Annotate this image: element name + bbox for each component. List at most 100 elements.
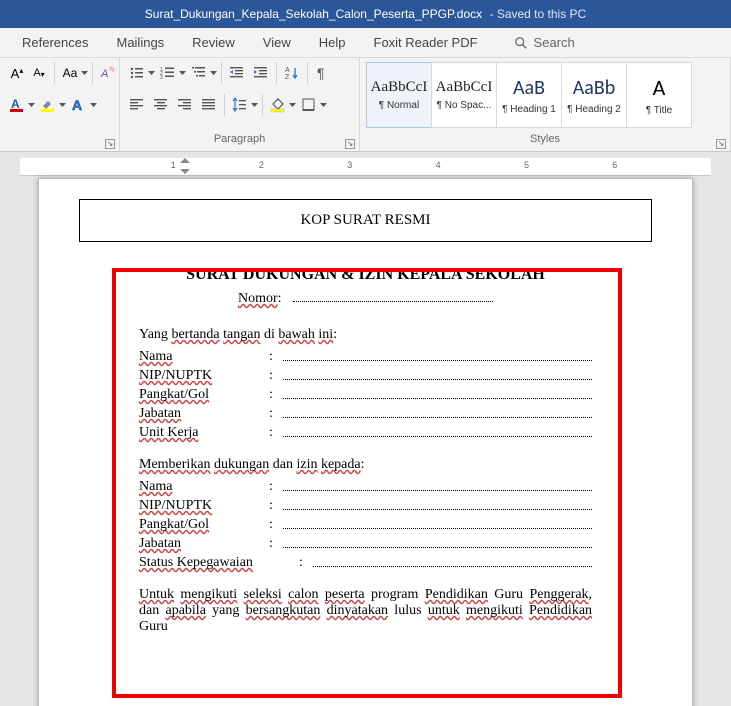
kop-surat-box: KOP SURAT RESMI xyxy=(79,199,652,242)
pilcrow-icon: ¶ xyxy=(315,65,331,81)
bullets-button[interactable] xyxy=(126,62,148,84)
bullets-icon xyxy=(129,65,145,81)
shading-button[interactable] xyxy=(267,94,289,116)
svg-text:A: A xyxy=(11,97,20,111)
font-dialog-launcher[interactable]: ↘ xyxy=(105,139,115,149)
highlight-dropdown[interactable] xyxy=(59,94,66,116)
style-no-spacing[interactable]: AaBbCcI ¶ No Spac... xyxy=(431,62,497,128)
search-label: Search xyxy=(534,35,575,50)
form-row: Pangkat/Gol: xyxy=(139,517,592,533)
ribbon: A▴ A▾ Aa A A xyxy=(0,58,731,152)
page[interactable]: KOP SURAT RESMI SURAT DUKUNGAN & IZIN KE… xyxy=(38,178,693,706)
numbering-button[interactable]: 123 xyxy=(157,62,179,84)
svg-text:A: A xyxy=(72,97,82,113)
borders-icon xyxy=(301,97,317,113)
save-status: - Saved to this PC xyxy=(486,7,586,21)
decrease-indent-icon xyxy=(229,65,245,81)
svg-text:3: 3 xyxy=(160,75,163,81)
tab-help[interactable]: Help xyxy=(307,29,358,56)
style-gallery[interactable]: AaBbCcI ¶ Normal AaBbCcI ¶ No Spac... Aa… xyxy=(366,62,692,128)
svg-text:A: A xyxy=(285,67,290,74)
align-right-button[interactable] xyxy=(174,94,196,116)
group-font-label: ↘ xyxy=(0,133,119,151)
sort-icon: AZ xyxy=(284,65,300,81)
ribbon-tabs: References Mailings Review View Help Fox… xyxy=(0,28,731,58)
form-row: Status Kepegawaian: xyxy=(139,555,592,571)
borders-dropdown[interactable] xyxy=(320,94,327,116)
justify-button[interactable] xyxy=(198,94,220,116)
numbering-dropdown[interactable] xyxy=(179,62,186,84)
horizontal-ruler[interactable]: 1 2 3 4 5 6 xyxy=(20,158,711,176)
align-center-button[interactable] xyxy=(150,94,172,116)
form-row: Jabatan: xyxy=(139,536,592,552)
tab-references[interactable]: References xyxy=(10,29,100,56)
increase-indent-button[interactable] xyxy=(250,62,272,84)
align-left-button[interactable] xyxy=(126,94,148,116)
paragraph-dialog-launcher[interactable]: ↘ xyxy=(345,139,355,149)
style-heading2[interactable]: AaBb ¶ Heading 2 xyxy=(561,62,627,128)
letter-title: SURAT DUKUNGAN & IZIN KEPALA SEKOLAH xyxy=(139,266,592,284)
text-effects-button[interactable]: A xyxy=(68,94,90,116)
letter-body[interactable]: SURAT DUKUNGAN & IZIN KEPALA SEKOLAH Nom… xyxy=(79,266,652,635)
increase-indent-icon xyxy=(253,65,269,81)
styles-dialog-launcher[interactable]: ↘ xyxy=(716,139,726,149)
align-right-icon xyxy=(177,97,193,113)
closing-paragraph: Untuk mengikuti seleksi calon peserta pr… xyxy=(139,587,592,635)
tell-me-search[interactable]: Search xyxy=(514,35,575,50)
form-row: Jabatan: xyxy=(139,406,592,422)
borders-button[interactable] xyxy=(298,94,320,116)
font-color-dropdown[interactable] xyxy=(28,94,35,116)
sort-button[interactable]: AZ xyxy=(281,62,303,84)
line-spacing-dropdown[interactable] xyxy=(251,94,258,116)
intro-signer: Yang bertanda tangan di bawah ini: xyxy=(139,327,592,343)
font-color-button[interactable]: A xyxy=(6,94,28,116)
clear-formatting-button[interactable]: A xyxy=(97,62,119,84)
style-title[interactable]: A ¶ Title xyxy=(626,62,692,128)
form-row: Pangkat/Gol: xyxy=(139,387,592,403)
intro-recipient: Memberikan dukungan dan izin kepada: xyxy=(139,457,592,473)
bullets-dropdown[interactable] xyxy=(148,62,155,84)
group-paragraph-label: Paragraph↘ xyxy=(120,133,359,151)
style-heading1[interactable]: AaB ¶ Heading 1 xyxy=(496,62,562,128)
tab-foxit[interactable]: Foxit Reader PDF xyxy=(362,29,490,56)
form-row: NIP/NUPTK: xyxy=(139,368,592,384)
group-styles: AaBbCcI ¶ Normal AaBbCcI ¶ No Spac... Aa… xyxy=(360,58,731,151)
form-row: Nama: xyxy=(139,479,592,495)
paint-bucket-icon xyxy=(270,97,286,113)
form-row: Nama: xyxy=(139,349,592,365)
tab-review[interactable]: Review xyxy=(180,29,247,56)
text-effects-icon: A xyxy=(71,97,87,113)
line-spacing-button[interactable] xyxy=(229,94,251,116)
line-spacing-icon xyxy=(232,97,248,113)
numbering-icon: 123 xyxy=(160,65,176,81)
shrink-font-button[interactable]: A▾ xyxy=(28,62,50,84)
group-font: A▴ A▾ Aa A A xyxy=(0,58,120,151)
shading-dropdown[interactable] xyxy=(289,94,296,116)
style-normal[interactable]: AaBbCcI ¶ Normal xyxy=(366,62,432,128)
nomor-row: Nomor: xyxy=(139,290,592,307)
show-marks-button[interactable]: ¶ xyxy=(312,62,334,84)
multilevel-list-dropdown[interactable] xyxy=(210,62,217,84)
eraser-icon: A xyxy=(100,65,116,81)
tab-view[interactable]: View xyxy=(251,29,303,56)
decrease-indent-button[interactable] xyxy=(226,62,248,84)
svg-text:Z: Z xyxy=(285,74,290,81)
change-case-dropdown[interactable] xyxy=(81,62,88,84)
multilevel-list-button[interactable] xyxy=(188,62,210,84)
align-center-icon xyxy=(153,97,169,113)
group-styles-label: Styles↘ xyxy=(360,133,730,151)
text-effects-dropdown[interactable] xyxy=(90,94,97,116)
tab-mailings[interactable]: Mailings xyxy=(104,29,176,56)
group-paragraph: 123 AZ ¶ Paragraph↘ xyxy=(120,58,360,151)
grow-font-button[interactable]: A▴ xyxy=(6,62,28,84)
document-area[interactable]: 1 2 3 4 5 6 KOP SURAT RESMI SURAT DUKUNG… xyxy=(0,152,731,706)
font-color-icon: A xyxy=(9,97,25,113)
svg-text:A: A xyxy=(100,68,108,80)
change-case-button[interactable]: Aa xyxy=(59,62,81,84)
svg-text:¶: ¶ xyxy=(317,65,325,81)
highlighter-icon xyxy=(40,97,56,113)
highlight-button[interactable] xyxy=(37,94,59,116)
indent-marker[interactable] xyxy=(180,158,190,176)
multilevel-list-icon xyxy=(191,65,207,81)
justify-icon xyxy=(201,97,217,113)
